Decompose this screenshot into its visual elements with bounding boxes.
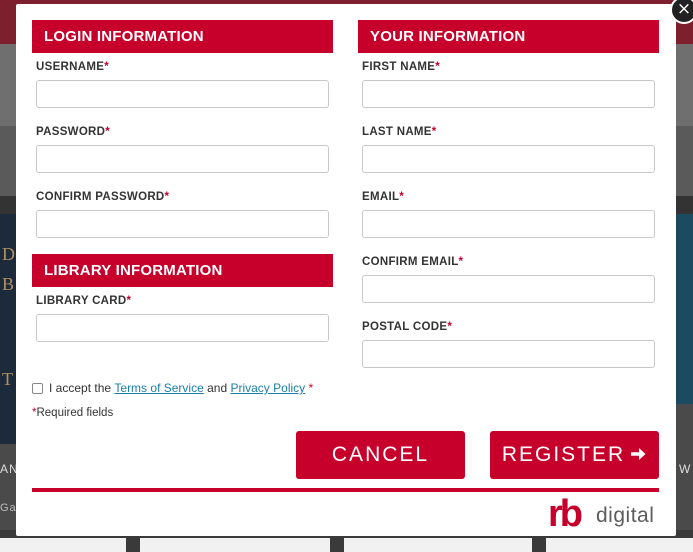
arrow-right-icon xyxy=(631,448,646,460)
register-button[interactable]: REGISTER xyxy=(490,431,659,479)
rbdigital-logo: rb digital xyxy=(548,494,660,534)
library-card-input[interactable] xyxy=(36,314,329,342)
background-book-cover-right xyxy=(675,214,693,404)
first-name-label: FIRST NAME* xyxy=(362,61,441,73)
last-name-label: LAST NAME* xyxy=(362,126,437,138)
username-label: USERNAME* xyxy=(36,61,109,73)
checkbox-icon[interactable] xyxy=(32,382,43,394)
postal-code-label: POSTAL CODE* xyxy=(362,321,453,333)
your-information-section-title: YOUR INFORMATION xyxy=(358,20,659,53)
register-button-label: REGISTER xyxy=(501,443,626,466)
library-section-title: LIBRARY INFORMATION xyxy=(32,254,333,287)
username-input[interactable] xyxy=(36,80,329,108)
close-icon[interactable]: × xyxy=(670,0,693,24)
login-section-title: LOGIN INFORMATION xyxy=(32,20,333,53)
background-book-letter: D xyxy=(2,244,15,264)
password-input[interactable] xyxy=(36,145,329,173)
background-title-right: W xyxy=(679,462,692,476)
confirm-email-label: CONFIRM EMAIL* xyxy=(362,256,464,268)
first-name-input[interactable] xyxy=(362,80,655,108)
background-tile xyxy=(344,538,532,552)
left-column: LOGIN INFORMATION USERNAME* PASSWORD* CO… xyxy=(32,20,333,358)
terms-of-service-link[interactable]: Terms of Service xyxy=(114,381,203,395)
library-card-label: LIBRARY CARD* xyxy=(36,295,132,307)
privacy-policy-link[interactable]: Privacy Policy xyxy=(230,381,305,395)
logo-digital-text: digital xyxy=(596,504,655,527)
login-section-body: USERNAME* PASSWORD* CONFIRM PASSWORD* xyxy=(32,53,333,238)
confirm-email-input[interactable] xyxy=(362,275,655,303)
terms-required-mark: * xyxy=(308,381,314,395)
background-tile xyxy=(546,538,693,552)
background-book-cover-left: D B T xyxy=(0,214,16,444)
confirm-password-input[interactable] xyxy=(36,210,329,238)
cancel-button[interactable]: CANCEL xyxy=(296,431,465,479)
background-book-letter: B xyxy=(2,274,15,294)
email-label: EMAIL* xyxy=(362,191,405,203)
terms-middle: and xyxy=(207,381,228,395)
postal-code-input[interactable] xyxy=(362,340,655,368)
background-tile xyxy=(140,538,330,552)
required-fields-note: *Required fields xyxy=(32,407,114,419)
right-column: YOUR INFORMATION FIRST NAME* LAST NAME* … xyxy=(358,20,659,384)
your-information-section-body: FIRST NAME* LAST NAME* EMAIL* CONFIRM EM… xyxy=(358,53,659,368)
terms-row: I accept the Terms of Service and Privac… xyxy=(32,381,313,395)
confirm-password-label: CONFIRM PASSWORD* xyxy=(36,191,170,203)
password-label: PASSWORD* xyxy=(36,126,111,138)
terms-prefix: I accept the xyxy=(49,381,112,395)
email-input[interactable] xyxy=(362,210,655,238)
last-name-input[interactable] xyxy=(362,145,655,173)
registration-modal: × LOGIN INFORMATION USERNAME* PASSWORD* … xyxy=(16,0,693,536)
footer-divider xyxy=(32,488,659,492)
background-subtitle-left: Ga xyxy=(0,502,17,514)
background-tile xyxy=(0,538,126,552)
background-book-letter: T xyxy=(2,369,13,389)
library-section-body: LIBRARY CARD* xyxy=(32,287,333,342)
logo-rb-mark: rb xyxy=(548,493,583,535)
